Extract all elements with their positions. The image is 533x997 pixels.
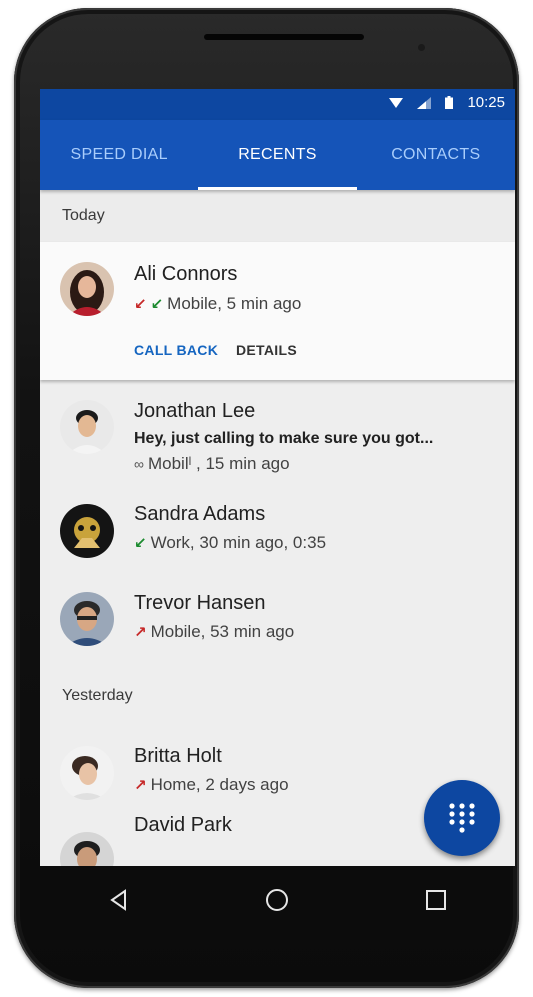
signal-icon <box>417 96 432 109</box>
avatar <box>60 832 114 866</box>
call-detail-text: Mobile, 53 min ago <box>150 622 295 641</box>
section-header-yesterday: Yesterday <box>40 666 515 726</box>
outgoing-call-icon: ↗ <box>134 777 147 794</box>
phone-camera <box>418 44 425 51</box>
voicemail-preview: Hey, just calling to make sure you got..… <box>134 430 434 447</box>
avatar <box>60 746 114 800</box>
back-icon <box>110 889 127 911</box>
details-button[interactable]: DETAILS <box>236 342 297 358</box>
screen: 10:25 SPEED DIAL RECENTS CONTACTS Today … <box>40 89 515 866</box>
call-detail: ↙ Work, 30 min ago, 0:35 <box>134 533 326 553</box>
phone-speaker <box>204 34 364 40</box>
contact-name: Ali Connors <box>134 263 238 285</box>
section-header-today: Today <box>40 190 515 242</box>
avatar <box>60 592 114 646</box>
call-detail-text: Work, 30 min ago, 0:35 <box>150 533 327 552</box>
contact-name: Trevor Hansen <box>134 592 266 614</box>
call-detail-text: Mobile, 5 min ago <box>167 294 302 313</box>
call-detail: ↙ ↙ Mobile, 5 min ago <box>134 294 301 314</box>
call-detail-text: Mobilˡ , 15 min ago <box>147 454 290 473</box>
voicemail-icon: ∞ <box>134 456 144 472</box>
status-time: 10:25 <box>467 94 505 111</box>
call-detail: ↗ Home, 2 days ago <box>134 775 289 795</box>
wifi-icon <box>389 97 404 108</box>
incoming-call-icon: ↙ <box>134 535 147 552</box>
call-row[interactable]: Jonathan Lee Hey, just calling to make s… <box>40 380 515 488</box>
tab-bar: SPEED DIAL RECENTS CONTACTS <box>40 120 515 190</box>
missed-call-icon: ↙ <box>134 296 147 313</box>
avatar <box>60 400 114 454</box>
call-detail: ↗ Mobile, 53 min ago <box>134 622 294 642</box>
dialpad-icon <box>449 803 475 833</box>
navigation-bar <box>40 866 515 934</box>
contact-name: David Park <box>134 814 232 836</box>
call-detail: ∞ Mobilˡ , 15 min ago <box>134 454 290 474</box>
recents-icon <box>425 890 446 910</box>
contact-name: Sandra Adams <box>134 503 266 525</box>
call-detail-text: Home, 2 days ago <box>150 775 289 794</box>
home-icon <box>266 889 289 911</box>
incoming-call-icon: ↙ <box>150 296 164 313</box>
tab-speed-dial[interactable]: SPEED DIAL <box>40 120 198 190</box>
avatar <box>60 262 114 316</box>
status-bar: 10:25 <box>40 89 515 120</box>
tab-recents[interactable]: RECENTS <box>198 120 357 190</box>
call-row[interactable]: Trevor Hansen ↗ Mobile, 53 min ago <box>40 578 515 666</box>
outgoing-call-icon: ↗ <box>134 624 147 641</box>
contact-name: Jonathan Lee <box>134 400 256 422</box>
back-button[interactable] <box>89 870 149 930</box>
call-row[interactable]: Sandra Adams ↙ Work, 30 min ago, 0:35 <box>40 488 515 578</box>
recents-button[interactable] <box>406 870 466 930</box>
dialpad-button[interactable] <box>424 780 500 856</box>
call-back-button[interactable]: CALL BACK <box>134 342 218 358</box>
call-card-expanded[interactable]: Ali Connors ↙ ↙ Mobile, 5 min ago CALL BA… <box>40 242 515 380</box>
tab-contacts[interactable]: CONTACTS <box>357 120 515 190</box>
avatar <box>60 504 114 558</box>
contact-name: Britta Holt <box>134 745 222 767</box>
battery-icon <box>445 96 454 109</box>
home-button[interactable] <box>247 870 307 930</box>
